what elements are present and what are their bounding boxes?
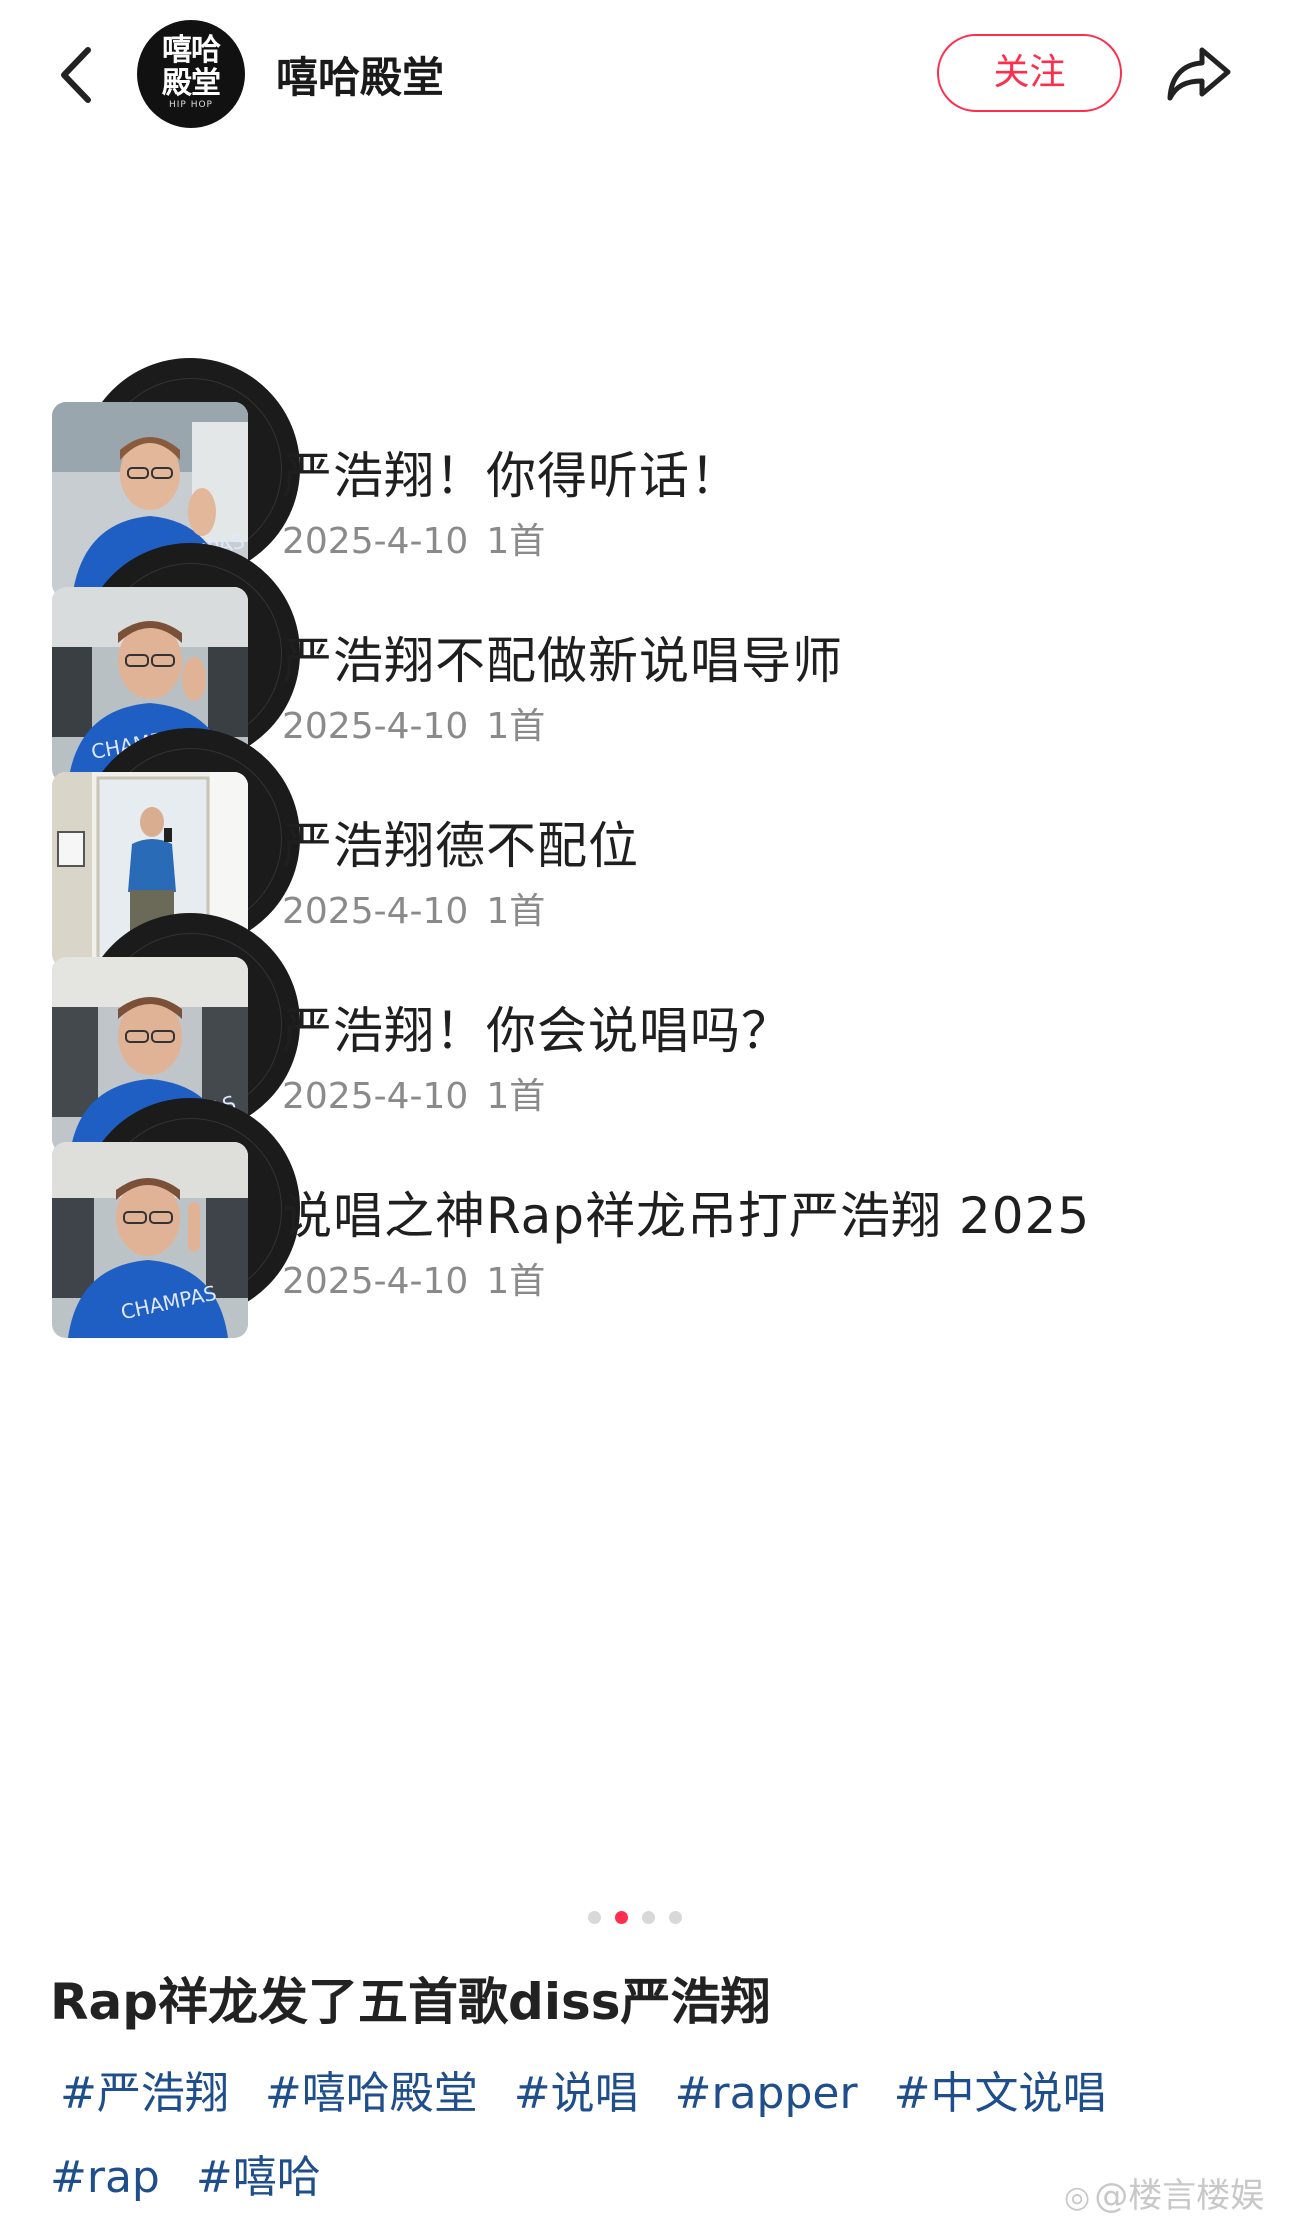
weibo-icon: ◎ (1064, 2180, 1091, 2215)
follow-button[interactable]: 关注 (937, 34, 1122, 112)
hashtag[interactable]: #严浩翔 (60, 2057, 229, 2121)
hashtag[interactable]: #rapper (675, 2068, 858, 2119)
watermark-text: @楼言楼娱 (1094, 2176, 1265, 2216)
share-button[interactable] (1162, 36, 1238, 112)
song-item[interactable]: CHAMPAS 说唱之神Rap祥龙吊打严浩翔 2025 2025-4-10 1首 (0, 1098, 1290, 1338)
avatar-logo-sub: HIP HOP (169, 100, 213, 110)
page-dot[interactable] (588, 1911, 601, 1924)
share-arrow-icon (1167, 47, 1231, 101)
song-cover-image: CHAMPAS (52, 1142, 248, 1338)
post-title: Rap祥龙发了五首歌diss严浩翔 (50, 1973, 771, 2031)
hashtag[interactable]: #rap (50, 2152, 160, 2203)
song-title: 严浩翔德不配位 (282, 817, 639, 875)
hashtag[interactable]: #中文说唱 (894, 2057, 1107, 2121)
hashtag[interactable]: #说唱 (514, 2057, 639, 2121)
hashtag[interactable]: #嘻哈殿堂 (265, 2057, 478, 2121)
chevron-left-icon (61, 47, 91, 103)
song-meta: 2025-4-10 1首 (282, 697, 545, 749)
back-button[interactable] (52, 40, 102, 110)
page-dot[interactable] (642, 1911, 655, 1924)
page-dot-active[interactable] (615, 1911, 628, 1924)
song-count: 1首 (486, 521, 546, 562)
song-date: 2025-4-10 (282, 706, 469, 747)
account-name[interactable]: 嘻哈殿堂 (276, 44, 444, 105)
hashtag[interactable]: #嘻哈 (196, 2141, 321, 2205)
song-title: 严浩翔不配做新说唱导师 (282, 632, 843, 690)
song-meta: 2025-4-10 1首 (282, 1252, 545, 1304)
song-title: 严浩翔！你得听话！ (282, 447, 741, 505)
top-bar: 嘻哈殿堂 HIP HOP 嘻哈殿堂 关注 (0, 0, 1290, 150)
song-date: 2025-4-10 (282, 1261, 469, 1302)
song-meta: 2025-4-10 1首 (282, 882, 545, 934)
song-date: 2025-4-10 (282, 1076, 469, 1117)
song-title: 说唱之神Rap祥龙吊打严浩翔 2025 (282, 1187, 1091, 1245)
song-count: 1首 (486, 891, 546, 932)
song-title: 严浩翔！你会说唱吗？ (282, 1002, 792, 1060)
song-meta: 2025-4-10 1首 (282, 512, 545, 564)
image-pagination (588, 1907, 696, 1924)
song-meta: 2025-4-10 1首 (282, 1067, 545, 1119)
page-dot[interactable] (669, 1911, 682, 1924)
song-count: 1首 (486, 1076, 546, 1117)
song-count: 1首 (486, 1261, 546, 1302)
account-avatar[interactable]: 嘻哈殿堂 HIP HOP (137, 20, 245, 128)
watermark: ◎ @楼言楼娱 (1064, 2168, 1264, 2217)
avatar-logo-text: 嘻哈殿堂 (162, 33, 221, 101)
song-count: 1首 (486, 706, 546, 747)
song-date: 2025-4-10 (282, 521, 469, 562)
song-date: 2025-4-10 (282, 891, 469, 932)
